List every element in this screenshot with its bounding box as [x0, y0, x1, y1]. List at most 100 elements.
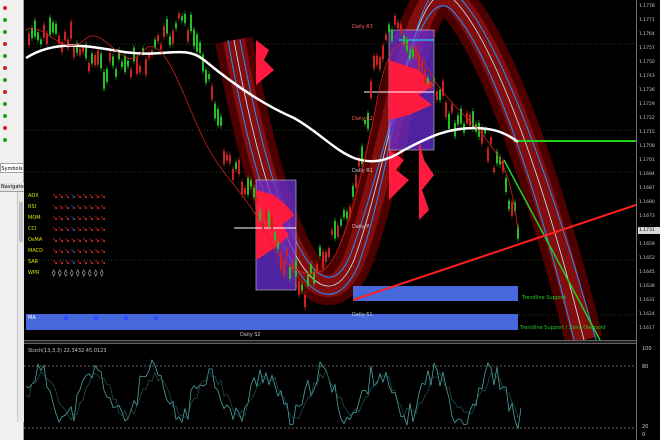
- tab-navigator[interactable]: Navigator: [0, 183, 25, 192]
- signal-label: MOM: [28, 215, 41, 221]
- candle-body: [127, 60, 129, 67]
- candle-body: [109, 53, 111, 62]
- candle-body: [217, 108, 219, 126]
- candle-body: [160, 44, 162, 50]
- symbol-row[interactable]: [1, 52, 23, 61]
- osc-max-label: 100: [642, 346, 652, 352]
- candle-body: [439, 89, 441, 101]
- price-tick: 1.1673: [639, 214, 655, 219]
- candle-body: [40, 39, 42, 45]
- navigator-scrollbar[interactable]: [17, 192, 24, 422]
- price-tick: 1.1722: [639, 116, 655, 121]
- candle-body: [409, 49, 411, 59]
- price-tick: 1.1708: [639, 144, 655, 149]
- candle-body: [280, 252, 282, 270]
- candle-body: [205, 69, 207, 83]
- candle-body: [271, 216, 273, 229]
- price-tick: 1.1687: [639, 186, 655, 191]
- price-chart[interactable]: [24, 0, 636, 340]
- candle-body: [64, 31, 66, 41]
- candle-body: [352, 185, 354, 197]
- candle-body: [232, 168, 234, 180]
- candle-body: [487, 148, 489, 162]
- symbol-status-icon: [3, 54, 7, 58]
- candle-body: [88, 62, 90, 72]
- symbol-row[interactable]: [1, 124, 23, 133]
- candle-body: [133, 47, 135, 62]
- candle-body: [307, 274, 309, 286]
- symbol-row[interactable]: [1, 76, 23, 85]
- candle-body: [445, 102, 447, 118]
- symbol-row[interactable]: [1, 112, 23, 121]
- symbol-row[interactable]: [1, 100, 23, 109]
- candle-body: [322, 251, 324, 269]
- candle-body: [343, 210, 345, 218]
- symbol-row[interactable]: [1, 4, 23, 13]
- price-tick: 1.1736: [639, 88, 655, 93]
- label-pivot: Daily P: [352, 224, 370, 230]
- candle-body: [178, 13, 180, 19]
- price-tick: 1.1652: [639, 256, 655, 261]
- candle-body: [346, 211, 348, 219]
- candle-body: [73, 46, 75, 58]
- candle-body: [100, 53, 102, 69]
- symbol-row[interactable]: [1, 64, 23, 73]
- symbol-row[interactable]: [1, 88, 23, 97]
- candle-body: [370, 81, 372, 99]
- candle-body: [331, 229, 333, 235]
- candle-body: [301, 284, 303, 291]
- diamond-icon: ◊: [100, 269, 104, 277]
- candle-body: [373, 56, 375, 69]
- candle-body: [391, 29, 393, 41]
- arrow-down-icon: ↘: [100, 203, 106, 211]
- candle-body: [376, 55, 378, 65]
- arrow-down-icon: ↘: [100, 225, 106, 233]
- label-trendline-support-2: Trendline Support / Zone Oversold: [520, 325, 606, 331]
- label-resistance-mid: Daily R2: [352, 116, 373, 122]
- signal-label: ADX: [28, 193, 39, 199]
- signal-label: WPR: [28, 270, 40, 276]
- symbol-row[interactable]: [1, 28, 23, 37]
- candle-body: [175, 23, 177, 29]
- price-axis[interactable]: 1.1778 1.1771 1.1764 1.1757 1.1750 1.1743 1.17…: [636, 0, 660, 440]
- symbol-status-icon: [3, 18, 7, 22]
- symbol-row[interactable]: [1, 40, 23, 49]
- candle-body: [58, 35, 60, 44]
- stochastic-pane[interactable]: [24, 344, 636, 440]
- support-zone-upper: [353, 286, 518, 301]
- candle-body: [427, 77, 429, 84]
- candle-body: [424, 69, 426, 84]
- candle-body: [238, 159, 240, 175]
- candle-body: [295, 259, 297, 277]
- candle-body: [355, 174, 357, 188]
- candle-body: [388, 24, 390, 33]
- price-tick: 1.1638: [639, 284, 655, 289]
- candle-body: [235, 162, 237, 169]
- candle-body: [136, 57, 138, 74]
- label-trendline-support: Trendline Support: [522, 295, 567, 301]
- candle-body: [442, 80, 444, 96]
- tab-symbols[interactable]: Symbols: [0, 163, 24, 173]
- candle-body: [199, 42, 201, 54]
- trendline-up: [352, 204, 636, 301]
- symbol-status-icon: [3, 114, 7, 118]
- symbol-row[interactable]: [1, 16, 23, 25]
- candle-body: [196, 34, 198, 52]
- price-tick: 1.1729: [639, 102, 655, 107]
- signal-label: CCI: [28, 226, 37, 232]
- candle-body: [52, 22, 54, 33]
- candle-body: [226, 154, 228, 161]
- candle-body: [277, 242, 279, 250]
- candle-body: [319, 246, 321, 257]
- symbol-status-icon: [3, 30, 7, 34]
- candle-body: [382, 45, 384, 60]
- scrollbar-thumb[interactable]: [19, 202, 23, 242]
- candle-body: [163, 26, 165, 37]
- candle-body: [421, 60, 423, 71]
- candle-body: [412, 49, 414, 57]
- symbol-row[interactable]: [1, 136, 23, 145]
- candle-body: [403, 35, 405, 45]
- arrow-down-icon: ↘: [100, 247, 106, 255]
- price-tick: 1.1659: [639, 242, 655, 247]
- candle-body: [97, 50, 99, 65]
